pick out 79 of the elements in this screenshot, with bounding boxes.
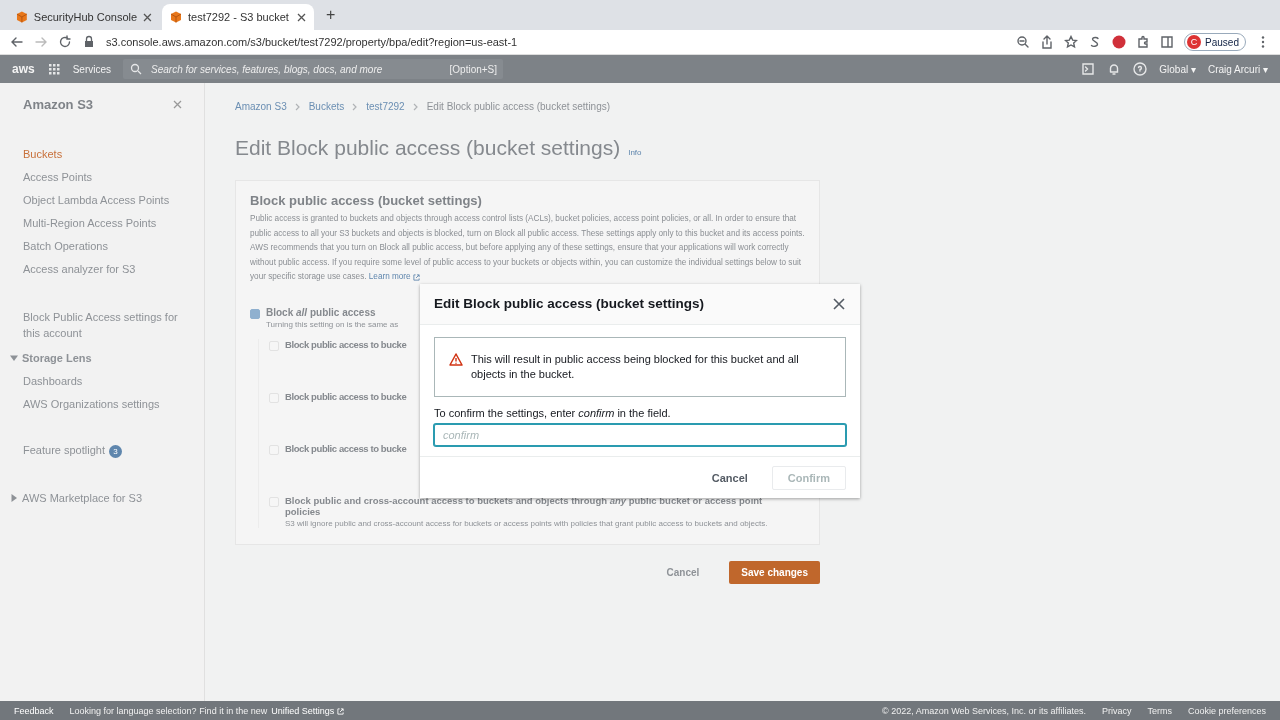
sidebar-item[interactable]: Buckets [23,148,182,160]
close-icon[interactable] [143,12,152,22]
footer-link[interactable]: Privacy [1101,706,1132,716]
zoom-icon[interactable] [1016,35,1031,49]
sidebar-item[interactable]: Block Public Access settings for this account [23,309,182,341]
info-link[interactable]: Info [628,148,642,157]
storage-lens-toggle[interactable]: Storage Lens [10,352,182,364]
star-icon[interactable] [1064,35,1079,49]
url-field[interactable]: s3.console.aws.amazon.com/s3/bucket/test7292/property/bpa/edit?region=us-east-1 [106,36,1007,48]
caret-right-icon [10,494,18,502]
help-icon[interactable] [1133,62,1148,76]
warning-icon [449,353,463,366]
sidebar-item[interactable]: Access analyzer for S3 [23,263,182,275]
breadcrumb[interactable]: test7292 [366,101,405,112]
option-label: Block public and cross-account access to buckets and objects through any public bucket or access point policies [285,494,764,517]
feedback-link[interactable]: Feedback [14,706,54,716]
panel-description: Public access is granted to buckets and objects through access control lists (ACLs), bucket policies, access point policies, or all. In order to ensure that public access to all your S3 buckets and objects is blocked, turn on Block all public access. These settings apply only to this bucket and its access points. AWS recommends that you turn on Block all public access, but before applying any of these settings, ensure that your applications will work correctly without public access. If you require some level of public access to your buckets or objects within, you can customize the individual settings below to suit your specific storage use cases. Learn more [250,212,805,285]
search-icon [129,62,144,76]
option-description: S3 will ignore public and cross-account access for buckets or access points with policies that grant public access to buckets and objects. [285,518,769,528]
sidebar-item[interactable]: Access Points [23,171,182,183]
terminal-icon[interactable] [1081,62,1096,76]
close-icon[interactable] [297,12,306,22]
close-button[interactable] [832,296,846,311]
option-description: Turning this setting on is the same as [266,319,399,329]
cancel-button[interactable]: Cancel [705,471,754,485]
sidebar-item[interactable]: AWS Organizations settings [23,398,182,410]
browser-tab[interactable]: SecurityHub Console [8,4,160,30]
breadcrumb: Edit Block public access (bucket settings) [426,101,611,112]
confirm-instruction: To confirm the settings, enter confirm in the field. [434,407,672,419]
aws-logo[interactable]: aws [12,62,35,76]
option-label: Block public access to bucke [285,338,407,350]
page-title: Edit Block public access (bucket settings) [235,136,621,160]
breadcrumb[interactable]: Amazon S3 [235,101,287,112]
option-label: Block all public access [266,306,377,318]
sidebar-item[interactable]: Multi-Region Access Points [23,217,182,229]
lock-icon [82,35,96,49]
new-tab-button[interactable]: + [316,6,346,24]
sidebar-title: Amazon S3 [23,97,94,112]
dialog-title: Edit Block public access (bucket settings) [434,296,705,311]
footer-link[interactable]: Terms [1147,706,1172,716]
chevron-icon [352,102,359,111]
copyright-text: © 2022, Amazon Web Services, Inc. or its affiliates. [882,706,1086,716]
services-menu[interactable]: Services [72,63,112,75]
save-changes-button[interactable]: Save changes [729,560,820,584]
region-menu[interactable]: Global ▾ [1159,63,1196,75]
external-link-icon [337,707,345,715]
grid-icon[interactable] [46,62,61,76]
confirm-input-field[interactable]: confirm [434,424,846,446]
sidebar-item[interactable]: Object Lambda Access Points [23,194,182,206]
breadcrumb[interactable]: Buckets [308,101,345,112]
back-icon[interactable] [10,35,24,49]
unified-settings-link[interactable]: Unified Settings [271,706,345,716]
warning-text: This will result in public access being blocked for this bucket and all objects in the bucket. [471,352,800,382]
external-link-icon [412,274,420,282]
browser-tab[interactable]: test7292 - S3 bucket [162,4,314,30]
marketplace-toggle[interactable]: AWS Marketplace for S3 [10,492,182,504]
stop-sign-icon[interactable] [1112,35,1127,49]
option-label: Block public access to bucke [285,442,407,454]
language-note: Looking for language selection? Find it in the new [69,706,268,716]
learn-more-link[interactable]: Learn more [368,270,420,285]
sidebar-icon[interactable] [1160,35,1175,49]
option-label: Block public access to bucke [285,390,407,402]
chevron-icon [412,102,419,111]
sidebar-item[interactable]: Batch Operations [23,240,182,252]
footer-link[interactable]: Cookie preferences [1187,706,1266,716]
user-menu[interactable]: Craig Arcuri ▾ [1208,63,1268,75]
cancel-button[interactable]: Cancel [660,565,706,579]
sidebar-item[interactable]: Feature spotlight 3 [23,444,182,458]
share-icon[interactable] [1040,35,1055,49]
panel-title: Block public access (bucket settings) [250,193,483,208]
cube-icon [16,11,28,23]
caret-down-icon [10,354,18,362]
cube-icon [170,11,182,23]
reload-icon[interactable] [58,35,72,49]
checkbox[interactable] [250,308,260,319]
search-field[interactable]: Search for services, features, blogs, docs, and more [Option+S] [123,59,504,79]
chevron-icon [294,102,301,111]
puzzle-icon[interactable] [1136,35,1151,49]
sidebar-item[interactable]: Dashboards [23,375,182,387]
